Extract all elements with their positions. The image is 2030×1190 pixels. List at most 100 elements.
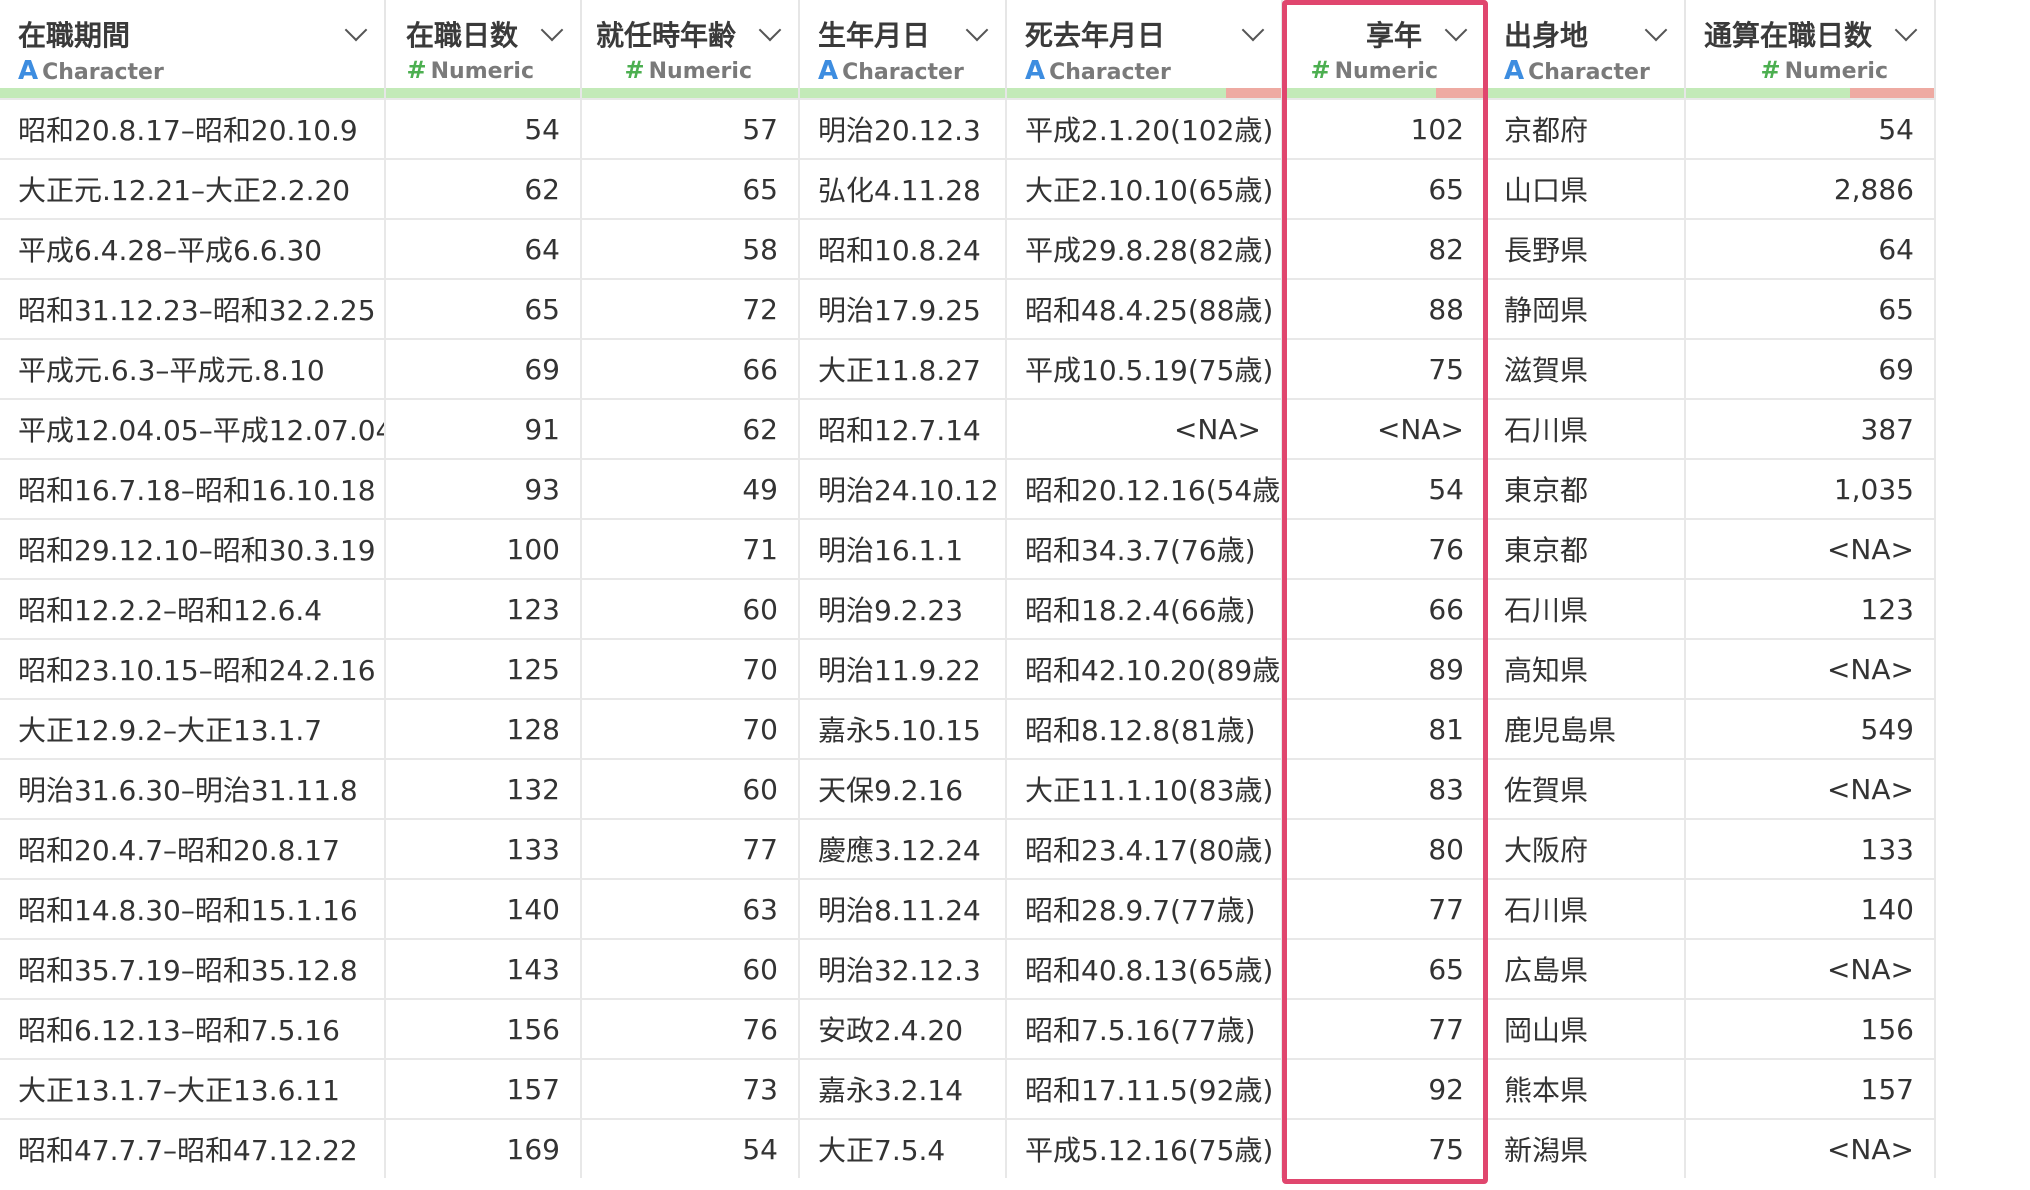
chevron-down-icon[interactable] (1894, 18, 1918, 42)
column-header[interactable]: 享年 # Numeric (1282, 0, 1486, 99)
chevron-down-icon[interactable] (758, 18, 782, 42)
table-cell[interactable]: 89 (1282, 638, 1486, 699)
table-cell[interactable]: 嘉永5.10.15 (799, 698, 1007, 759)
table-row[interactable]: 昭和12.2.2–昭和12.6.4 123 60 明治9.2.23 昭和18.2.4(6… (0, 578, 1936, 639)
column-header[interactable]: 出身地 A Character (1485, 0, 1686, 99)
table-cell[interactable]: 明治24.10.12 (799, 458, 1007, 519)
table-cell[interactable]: 平成12.04.05–平成12.07.04 (0, 398, 386, 459)
table-cell[interactable]: 100 (385, 518, 582, 579)
chevron-down-icon[interactable] (1241, 18, 1265, 42)
table-cell[interactable]: 143 (385, 938, 582, 999)
table-cell[interactable]: 77 (1282, 878, 1486, 939)
table-cell[interactable]: 69 (385, 338, 582, 399)
table-cell[interactable]: 慶應3.12.24 (799, 818, 1007, 879)
table-cell[interactable]: 滋賀県 (1485, 338, 1686, 399)
table-cell[interactable]: <NA> (1006, 398, 1283, 459)
column-header[interactable]: 通算在職日数 # Numeric (1685, 0, 1936, 99)
column-header[interactable]: 生年月日 A Character (799, 0, 1007, 99)
table-row[interactable]: 昭和23.10.15–昭和24.2.16 125 70 明治11.9.22 昭和42.1… (0, 638, 1936, 699)
table-cell[interactable]: 65 (581, 158, 800, 219)
table-cell[interactable]: 92 (1282, 1058, 1486, 1119)
chevron-down-icon[interactable] (540, 18, 564, 42)
chevron-down-icon[interactable] (344, 18, 368, 42)
table-cell[interactable]: 昭和12.2.2–昭和12.6.4 (0, 578, 386, 639)
table-cell[interactable]: 93 (385, 458, 582, 519)
table-row[interactable]: 明治31.6.30–明治31.11.8 132 60 天保9.2.16 大正11.1.1… (0, 758, 1936, 819)
table-cell[interactable]: <NA> (1685, 518, 1936, 579)
table-cell[interactable]: 70 (581, 638, 800, 699)
table-cell[interactable]: 54 (581, 1118, 800, 1178)
table-cell[interactable]: 58 (581, 218, 800, 279)
table-cell[interactable]: 63 (581, 878, 800, 939)
table-cell[interactable]: 66 (1282, 578, 1486, 639)
table-cell[interactable]: 77 (1282, 998, 1486, 1059)
table-cell[interactable]: 65 (1282, 158, 1486, 219)
table-cell[interactable]: 71 (581, 518, 800, 579)
table-cell[interactable]: 73 (581, 1058, 800, 1119)
table-cell[interactable]: 山口県 (1485, 158, 1686, 219)
table-cell[interactable]: <NA> (1685, 938, 1936, 999)
table-cell[interactable]: 65 (1282, 938, 1486, 999)
table-cell[interactable]: 157 (385, 1058, 582, 1119)
table-cell[interactable]: 66 (581, 338, 800, 399)
table-cell[interactable]: 昭和42.10.20(89歳) (1006, 638, 1283, 699)
table-cell[interactable]: 石川県 (1485, 398, 1686, 459)
table-row[interactable]: 平成6.4.28–平成6.6.30 64 58 昭和10.8.24 平成29.8.28(… (0, 218, 1936, 279)
table-row[interactable]: 昭和6.12.13–昭和7.5.16 156 76 安政2.4.20 昭和7.5.16(… (0, 998, 1936, 1059)
table-cell[interactable]: 大正12.9.2–大正13.1.7 (0, 698, 386, 759)
table-cell[interactable]: 62 (385, 158, 582, 219)
table-cell[interactable]: 62 (581, 398, 800, 459)
table-cell[interactable]: 弘化4.11.28 (799, 158, 1007, 219)
table-cell[interactable]: 明治31.6.30–明治31.11.8 (0, 758, 386, 819)
table-cell[interactable]: 昭和23.4.17(80歳) (1006, 818, 1283, 879)
chevron-down-icon[interactable] (965, 18, 989, 42)
table-cell[interactable]: 169 (385, 1118, 582, 1178)
table-cell[interactable]: 平成29.8.28(82歳) (1006, 218, 1283, 279)
chevron-down-icon[interactable] (1644, 18, 1668, 42)
table-row[interactable]: 昭和47.7.7–昭和47.12.22 169 54 大正7.5.4 平成5.12.16… (0, 1118, 1936, 1178)
table-cell[interactable]: <NA> (1685, 1118, 1936, 1178)
table-cell[interactable]: 大正13.1.7–大正13.6.11 (0, 1058, 386, 1119)
table-cell[interactable]: 70 (581, 698, 800, 759)
table-cell[interactable]: 57 (581, 98, 800, 159)
table-row[interactable]: 昭和29.12.10–昭和30.3.19 100 71 明治16.1.1 昭和34.3.… (0, 518, 1936, 579)
table-cell[interactable]: 156 (385, 998, 582, 1059)
table-cell[interactable]: <NA> (1685, 638, 1936, 699)
table-cell[interactable]: 昭和10.8.24 (799, 218, 1007, 279)
table-cell[interactable]: 明治32.12.3 (799, 938, 1007, 999)
column-header[interactable]: 在職日数 # Numeric (385, 0, 582, 99)
table-cell[interactable]: <NA> (1685, 758, 1936, 819)
table-cell[interactable]: 76 (581, 998, 800, 1059)
table-cell[interactable]: <NA> (1282, 398, 1486, 459)
table-row[interactable]: 大正元.12.21–大正2.2.20 62 65 弘化4.11.28 大正2.10.10… (0, 158, 1936, 219)
table-cell[interactable]: 昭和31.12.23–昭和32.2.25 (0, 278, 386, 339)
table-cell[interactable]: 昭和14.8.30–昭和15.1.16 (0, 878, 386, 939)
table-cell[interactable]: 明治8.11.24 (799, 878, 1007, 939)
table-cell[interactable]: 60 (581, 938, 800, 999)
table-row[interactable]: 昭和20.4.7–昭和20.8.17 133 77 慶應3.12.24 昭和23.4.1… (0, 818, 1936, 879)
table-cell[interactable]: 昭和20.4.7–昭和20.8.17 (0, 818, 386, 879)
table-cell[interactable]: 東京都 (1485, 458, 1686, 519)
table-cell[interactable]: 明治9.2.23 (799, 578, 1007, 639)
table-cell[interactable]: 75 (1282, 338, 1486, 399)
table-cell[interactable]: 東京都 (1485, 518, 1686, 579)
table-cell[interactable]: 熊本県 (1485, 1058, 1686, 1119)
table-cell[interactable]: 平成10.5.19(75歳) (1006, 338, 1283, 399)
column-header[interactable]: 就任時年齢 # Numeric (581, 0, 800, 99)
table-cell[interactable]: 82 (1282, 218, 1486, 279)
table-row[interactable]: 昭和20.8.17–昭和20.10.9 54 57 明治20.12.3 平成2.1.20… (0, 98, 1936, 159)
table-cell[interactable]: 明治20.12.3 (799, 98, 1007, 159)
table-row[interactable]: 昭和31.12.23–昭和32.2.25 65 72 明治17.9.25 昭和48.4.… (0, 278, 1936, 339)
table-cell[interactable]: 157 (1685, 1058, 1936, 1119)
table-cell[interactable]: 80 (1282, 818, 1486, 879)
table-row[interactable]: 大正12.9.2–大正13.1.7 128 70 嘉永5.10.15 昭和8.12.8(… (0, 698, 1936, 759)
table-row[interactable]: 大正13.1.7–大正13.6.11 157 73 嘉永3.2.14 昭和17.11.5… (0, 1058, 1936, 1119)
table-cell[interactable]: 明治16.1.1 (799, 518, 1007, 579)
table-cell[interactable]: 昭和17.11.5(92歳) (1006, 1058, 1283, 1119)
table-cell[interactable]: 133 (385, 818, 582, 879)
table-cell[interactable]: 76 (1282, 518, 1486, 579)
table-row[interactable]: 平成12.04.05–平成12.07.04 91 62 昭和12.7.14 <NA> <N… (0, 398, 1936, 459)
table-cell[interactable]: 大正7.5.4 (799, 1118, 1007, 1178)
table-cell[interactable]: 昭和8.12.8(81歳) (1006, 698, 1283, 759)
table-cell[interactable]: 大正元.12.21–大正2.2.20 (0, 158, 386, 219)
